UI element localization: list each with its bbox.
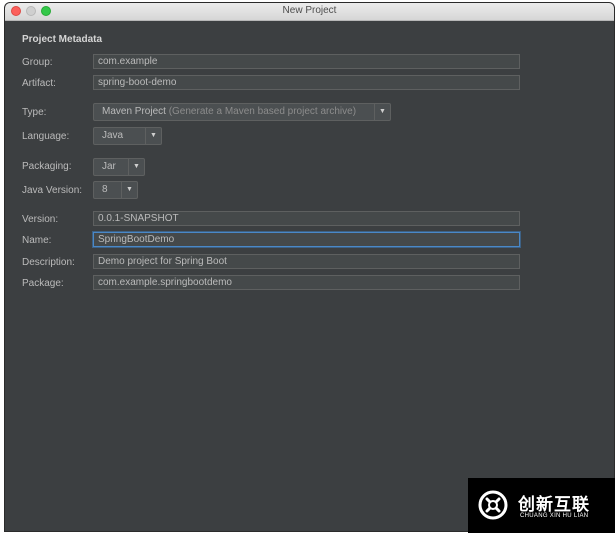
artifact-label: Artifact: (22, 78, 56, 89)
packaging-label: Packaging: (22, 161, 72, 172)
version-field[interactable]: 0.0.1-SNAPSHOT (93, 211, 520, 226)
description-field[interactable]: Demo project for Spring Boot (93, 254, 520, 269)
name-label: Name: (22, 235, 52, 246)
java-version-value: 8 (102, 184, 108, 195)
language-value: Java (102, 130, 124, 141)
type-value: Maven Project (102, 106, 166, 117)
type-select[interactable]: Maven Project (Generate a Maven based pr… (93, 103, 391, 121)
chevron-down-icon[interactable]: ▼ (121, 182, 137, 198)
packaging-value: Jar (102, 161, 116, 172)
watermark: 创新互联 CHUANG XIN HU LIAN (468, 478, 615, 533)
package-label: Package: (22, 278, 64, 289)
chevron-down-icon[interactable]: ▼ (128, 159, 144, 175)
new-project-window: New Project Project Metadata Group: com.… (5, 3, 614, 531)
version-label: Version: (22, 214, 59, 225)
language-select[interactable]: Java ▼ (93, 127, 162, 145)
title-bar: New Project (5, 3, 614, 21)
java-version-select[interactable]: 8 ▼ (93, 181, 138, 199)
type-hint: (Generate a Maven based project archive) (168, 106, 357, 117)
brand-logo-icon (478, 490, 508, 520)
watermark-brand-en: CHUANG XIN HU LIAN (520, 513, 589, 519)
window-title: New Project (282, 5, 337, 16)
language-label: Language: (22, 131, 70, 142)
packaging-select[interactable]: Jar ▼ (93, 158, 145, 176)
chevron-down-icon[interactable]: ▼ (374, 104, 390, 120)
group-label: Group: (22, 57, 53, 68)
name-field[interactable]: SpringBootDemo (93, 232, 520, 247)
watermark-brand-cn: 创新互联 (518, 495, 590, 515)
artifact-field[interactable]: spring-boot-demo (93, 75, 520, 90)
type-label: Type: (22, 107, 47, 118)
section-title: Project Metadata (22, 34, 103, 45)
package-field[interactable]: com.example.springbootdemo (93, 275, 520, 290)
chevron-down-icon[interactable]: ▼ (145, 128, 161, 144)
group-field[interactable]: com.example (93, 54, 520, 69)
description-label: Description: (22, 257, 75, 268)
java-version-label: Java Version: (22, 185, 83, 196)
